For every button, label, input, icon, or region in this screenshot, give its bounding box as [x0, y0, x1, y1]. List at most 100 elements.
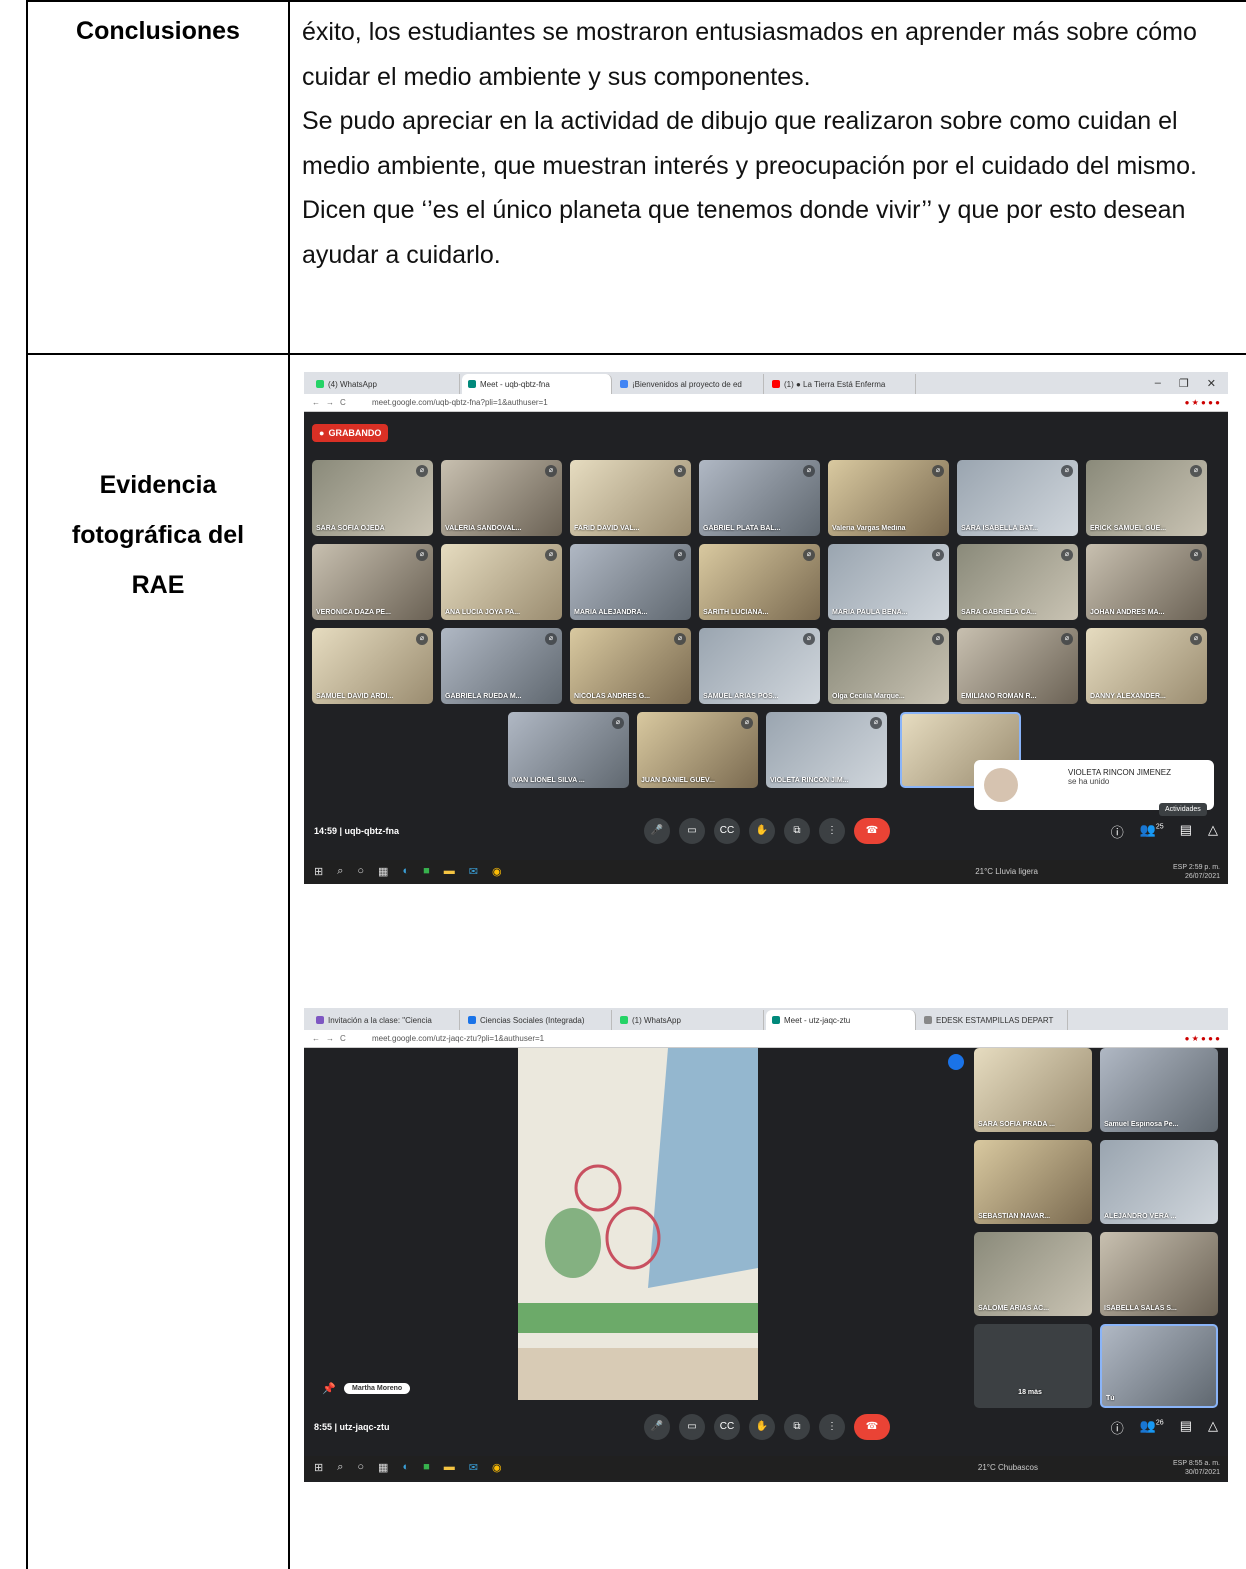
restore-icon[interactable]: ❐: [1179, 377, 1189, 390]
present-icon[interactable]: ⧉: [784, 1414, 810, 1440]
nav-arrows-icon[interactable]: ←→C: [312, 398, 372, 407]
participant-tile[interactable]: ⌀ GABRIEL PLATA BAL...: [699, 460, 820, 536]
browser-tab[interactable]: (1) WhatsApp: [614, 1010, 764, 1030]
participant-tile[interactable]: ⌀ VERONICA DAZA PE...: [312, 544, 433, 620]
windows-start-icon[interactable]: ⊞: [314, 865, 323, 878]
participant-tile[interactable]: ⌀ ERICK SAMUEL GUE...: [1086, 460, 1207, 536]
mail-icon[interactable]: ✉: [469, 1461, 478, 1474]
mic-icon[interactable]: 🎤: [644, 1414, 670, 1440]
participant-tile[interactable]: Tú: [1100, 1324, 1218, 1408]
edge-icon[interactable]: ◐: [402, 865, 409, 878]
browser-tab[interactable]: EDESK ESTAMPILLAS DEPART: [918, 1010, 1068, 1030]
tab-label: (1) ● La Tierra Está Enferma: [784, 379, 886, 389]
raise-hand-icon[interactable]: ✋: [749, 818, 775, 844]
chrome-icon[interactable]: ◉: [492, 865, 502, 878]
participant-tile[interactable]: ⌀ VIOLETA RINCON JIM...: [766, 712, 887, 788]
participant-tile[interactable]: ⌀ JUAN DANIEL GUEV...: [637, 712, 758, 788]
search-icon[interactable]: ⌕: [337, 1461, 343, 1474]
cortana-icon[interactable]: ○: [357, 865, 364, 878]
participant-tile[interactable]: SARA SOFIA PRADA ...: [974, 1048, 1092, 1132]
participant-tile[interactable]: ⌀ Valeria Vargas Medina: [828, 460, 949, 536]
address-bar: ←→C meet.google.com/uqb-qbtz-fna?pli=1&a…: [304, 394, 1228, 412]
participant-tile[interactable]: ⌀ IVAN LIONEL SILVA ...: [508, 712, 629, 788]
muted-mic-icon: ⌀: [1190, 633, 1202, 645]
chat-icon[interactable]: ▤: [1180, 822, 1192, 841]
close-icon[interactable]: ✕: [1207, 377, 1216, 390]
browser-tab[interactable]: Meet - utz-jaqc-ztu: [766, 1010, 916, 1030]
more-participants-tile[interactable]: 18 más: [974, 1324, 1092, 1408]
browser-tab[interactable]: ¡Bienvenidos al proyecto de ed: [614, 374, 764, 394]
minimize-icon[interactable]: –: [1155, 377, 1161, 390]
browser-tab[interactable]: Invitación a la clase: "Ciencia: [310, 1010, 460, 1030]
participant-tile[interactable]: ⌀ ANA LUCIA JOYA PA...: [441, 544, 562, 620]
info-icon[interactable]: ⓘ: [1111, 1418, 1124, 1437]
participant-tile[interactable]: ⌀ GABRIELA RUEDA M...: [441, 628, 562, 704]
weather-widget[interactable]: 21°C Chubascos: [978, 1463, 1038, 1472]
participant-name: ERICK SAMUEL GUE...: [1090, 525, 1167, 532]
mic-icon[interactable]: 🎤: [644, 818, 670, 844]
participant-tile[interactable]: Samuel Espinosa Pe...: [1100, 1048, 1218, 1132]
mail-icon[interactable]: ✉: [469, 865, 478, 878]
participant-tile[interactable]: ⌀ SARITH LUCIANA...: [699, 544, 820, 620]
browser-tab[interactable]: Meet - uqb-qbtz-fna: [462, 374, 612, 394]
participant-tile[interactable]: ⌀ SARA SOFIA OJEDA: [312, 460, 433, 536]
slides-icon: [468, 1016, 476, 1024]
more-options-icon[interactable]: ⋮: [819, 1414, 845, 1440]
avatar: [984, 768, 1018, 802]
cortana-icon[interactable]: ○: [357, 1461, 364, 1474]
weather-widget[interactable]: 21°C Lluvia ligera: [975, 867, 1038, 876]
url-field[interactable]: meet.google.com/uqb-qbtz-fna?pli=1&authu…: [372, 398, 1185, 407]
browser-tab[interactable]: (1) ● La Tierra Está Enferma: [766, 374, 916, 394]
participant-tile[interactable]: ⌀ SAMUEL ARIAS POS...: [699, 628, 820, 704]
activities-icon[interactable]: △: [1208, 1418, 1218, 1437]
participant-tile[interactable]: SALOME ARIAS AC...: [974, 1232, 1092, 1316]
participant-tile[interactable]: ⌀ SARA ISABELLA BAT...: [957, 460, 1078, 536]
info-icon[interactable]: ⓘ: [1111, 822, 1124, 841]
end-call-icon[interactable]: ☎: [854, 1414, 890, 1440]
participant-tile[interactable]: ALEJANDRO VERA ...: [1100, 1140, 1218, 1224]
end-call-icon[interactable]: ☎: [854, 818, 890, 844]
participant-tile[interactable]: ⌀ DANNY ALEXANDER...: [1086, 628, 1207, 704]
activities-icon[interactable]: △: [1208, 822, 1218, 841]
edge-icon[interactable]: ◐: [402, 1461, 409, 1474]
captions-icon[interactable]: CC: [714, 1414, 740, 1440]
muted-mic-icon: ⌀: [803, 465, 815, 477]
browser-tab[interactable]: Ciencias Sociales (Integrada): [462, 1010, 612, 1030]
people-icon[interactable]: 👥26: [1140, 1418, 1164, 1437]
tab-label: Meet - utz-jaqc-ztu: [784, 1015, 851, 1025]
raise-hand-icon[interactable]: ✋: [749, 1414, 775, 1440]
participant-tile[interactable]: ISABELLA SALAS S...: [1100, 1232, 1218, 1316]
task-view-icon[interactable]: ▦: [378, 1461, 388, 1474]
pin-icon[interactable]: 📌: [322, 1382, 336, 1395]
participant-tile[interactable]: ⌀ Olga Cecilia Marque...: [828, 628, 949, 704]
participant-tile[interactable]: ⌀ NICOLAS ANDRES G...: [570, 628, 691, 704]
people-icon[interactable]: 👥25: [1140, 822, 1164, 841]
more-options-icon[interactable]: ⋮: [819, 818, 845, 844]
chat-icon[interactable]: ▤: [1180, 1418, 1192, 1437]
explorer-icon[interactable]: ▬: [444, 1461, 455, 1474]
participant-tile[interactable]: ⌀ JOHAN ANDRES MA...: [1086, 544, 1207, 620]
explorer-icon[interactable]: ▬: [444, 865, 455, 878]
windows-start-icon[interactable]: ⊞: [314, 1461, 323, 1474]
browser-tab[interactable]: (4) WhatsApp: [310, 374, 460, 394]
participant-tile[interactable]: ⌀ MARIA PAULA BENA...: [828, 544, 949, 620]
browser-tabs: (4) WhatsApp Meet - uqb-qbtz-fna ¡Bienve…: [304, 372, 1228, 394]
store-icon[interactable]: ■: [423, 865, 430, 878]
participant-tile[interactable]: SEBASTIAN NAVAR...: [974, 1140, 1092, 1224]
nav-arrows-icon[interactable]: ←→C: [312, 1034, 372, 1043]
participant-tile[interactable]: ⌀ FARID DAVID VAL...: [570, 460, 691, 536]
participant-tile[interactable]: ⌀ SARA GABRIELA CA...: [957, 544, 1078, 620]
participant-tile[interactable]: ⌀ VALERIA SANDOVAL...: [441, 460, 562, 536]
camera-icon[interactable]: ▭: [679, 1414, 705, 1440]
url-field[interactable]: meet.google.com/utz-jaqc-ztu?pli=1&authu…: [372, 1034, 1185, 1043]
store-icon[interactable]: ■: [423, 1461, 430, 1474]
captions-icon[interactable]: CC: [714, 818, 740, 844]
participant-tile[interactable]: ⌀ SAMUEL DAVID ARDI...: [312, 628, 433, 704]
camera-icon[interactable]: ▭: [679, 818, 705, 844]
participant-tile[interactable]: ⌀ EMILIANO ROMAN R...: [957, 628, 1078, 704]
chrome-icon[interactable]: ◉: [492, 1461, 502, 1474]
participant-tile[interactable]: ⌀ MARIA ALEJANDRA...: [570, 544, 691, 620]
search-icon[interactable]: ⌕: [337, 865, 343, 878]
task-view-icon[interactable]: ▦: [378, 865, 388, 878]
present-icon[interactable]: ⧉: [784, 818, 810, 844]
